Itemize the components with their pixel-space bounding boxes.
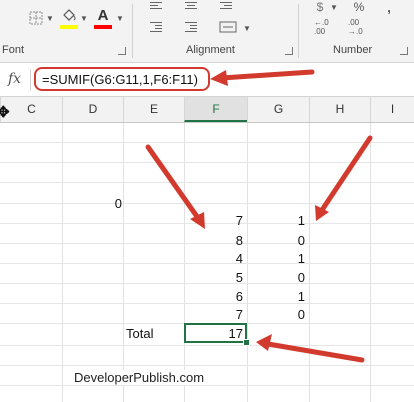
cell-f12-total[interactable]: 17 — [184, 325, 243, 343]
cell-f8[interactable]: 4 — [184, 250, 243, 268]
borders-glyph — [29, 11, 43, 25]
ribbon-separator — [132, 4, 133, 58]
gridline — [0, 385, 414, 386]
fill-handle[interactable] — [243, 339, 250, 346]
accounting-format-icon[interactable]: $ — [313, 0, 327, 14]
cell-g10[interactable]: 1 — [247, 288, 305, 306]
font-group-label: Font — [2, 44, 25, 56]
accounting-dropdown-chevron-icon[interactable]: ▼ — [330, 3, 338, 12]
ribbon-separator — [298, 4, 299, 58]
column-header-h[interactable]: H — [309, 97, 370, 122]
column-header-d[interactable]: D — [62, 97, 123, 122]
gridline — [0, 203, 414, 204]
ribbon: ▼ ▼ A ▼ Font ▼ Alignment $ ▼ % , ←.0 .00… — [0, 0, 414, 63]
formula-bar: fx =SUMIF(G6:G11,1,F6:F11) — [0, 63, 414, 97]
decrease-decimal-bottom: →.0 — [348, 27, 363, 36]
alignment-dialog-launcher-icon[interactable] — [285, 47, 293, 55]
formula-bar-separator — [30, 69, 31, 91]
gridline — [0, 365, 414, 366]
increase-decimal-bottom: .00 — [314, 27, 326, 36]
align-center-icon[interactable] — [185, 0, 197, 11]
gridline — [0, 182, 414, 183]
borders-icon[interactable] — [28, 10, 44, 26]
fill-color-swatch — [60, 25, 78, 29]
column-header-g[interactable]: G — [247, 97, 309, 122]
increase-decimal-icon[interactable]: ←.0 .00 — [314, 18, 334, 36]
cell-g9[interactable]: 0 — [247, 269, 305, 287]
font-color-swatch — [94, 25, 112, 29]
cell-f10[interactable]: 6 — [184, 288, 243, 306]
total-label[interactable]: Total — [126, 325, 181, 343]
decrease-indent-icon[interactable] — [150, 20, 162, 34]
column-header-i[interactable]: I — [370, 97, 414, 122]
fill-color-dropdown-chevron-icon[interactable]: ▼ — [80, 14, 88, 23]
cell-g8[interactable]: 1 — [247, 250, 305, 268]
percent-style-icon[interactable]: % — [352, 0, 366, 14]
decrease-decimal-top: .00 — [348, 18, 360, 27]
number-dialog-launcher-icon[interactable] — [400, 47, 408, 55]
comma-style-icon[interactable]: , — [382, 0, 396, 15]
merge-dropdown-chevron-icon[interactable]: ▼ — [243, 24, 251, 33]
excel-window: ▼ ▼ A ▼ Font ▼ Alignment $ ▼ % , ←.0 .00… — [0, 0, 414, 402]
cell-d5[interactable]: 0 — [100, 195, 122, 213]
fx-icon[interactable]: fx — [8, 71, 21, 87]
merge-center-icon[interactable] — [218, 20, 238, 34]
number-group-label: Number — [333, 44, 373, 56]
cell-f7[interactable]: 8 — [184, 232, 243, 250]
cell-g6[interactable]: 1 — [247, 212, 305, 230]
cell-g11[interactable]: 0 — [247, 306, 305, 324]
font-color-dropdown-chevron-icon[interactable]: ▼ — [116, 14, 124, 23]
cell-f9[interactable]: 5 — [184, 269, 243, 287]
gridline — [0, 162, 414, 163]
font-color-icon[interactable]: A — [94, 6, 112, 24]
decrease-decimal-icon[interactable]: .00 →.0 — [348, 18, 368, 36]
column-header-row: C D E F G H I — [0, 97, 414, 123]
gridline — [0, 345, 414, 346]
alignment-group-label: Alignment — [186, 44, 235, 56]
cell-f11[interactable]: 7 — [184, 306, 243, 324]
align-right-icon[interactable] — [220, 0, 232, 11]
column-header-f[interactable]: F — [184, 97, 247, 122]
align-left-icon[interactable] — [150, 0, 162, 11]
increase-decimal-top: ←.0 — [314, 18, 329, 27]
formula-highlight-box — [34, 67, 210, 91]
font-dialog-launcher-icon[interactable] — [118, 47, 126, 55]
column-header-e[interactable]: E — [123, 97, 184, 122]
resize-cursor-icon: ✥ — [0, 104, 10, 121]
watermark-text: DeveloperPublish.com — [72, 370, 207, 385]
increase-indent-icon[interactable] — [185, 20, 197, 34]
paint-bucket-glyph — [63, 9, 76, 21]
gridline — [0, 142, 414, 143]
fill-color-icon[interactable] — [60, 6, 78, 24]
cell-f6[interactable]: 7 — [184, 212, 243, 230]
merge-glyph — [219, 21, 237, 33]
cell-g7[interactable]: 0 — [247, 232, 305, 250]
borders-dropdown-chevron-icon[interactable]: ▼ — [46, 14, 54, 23]
